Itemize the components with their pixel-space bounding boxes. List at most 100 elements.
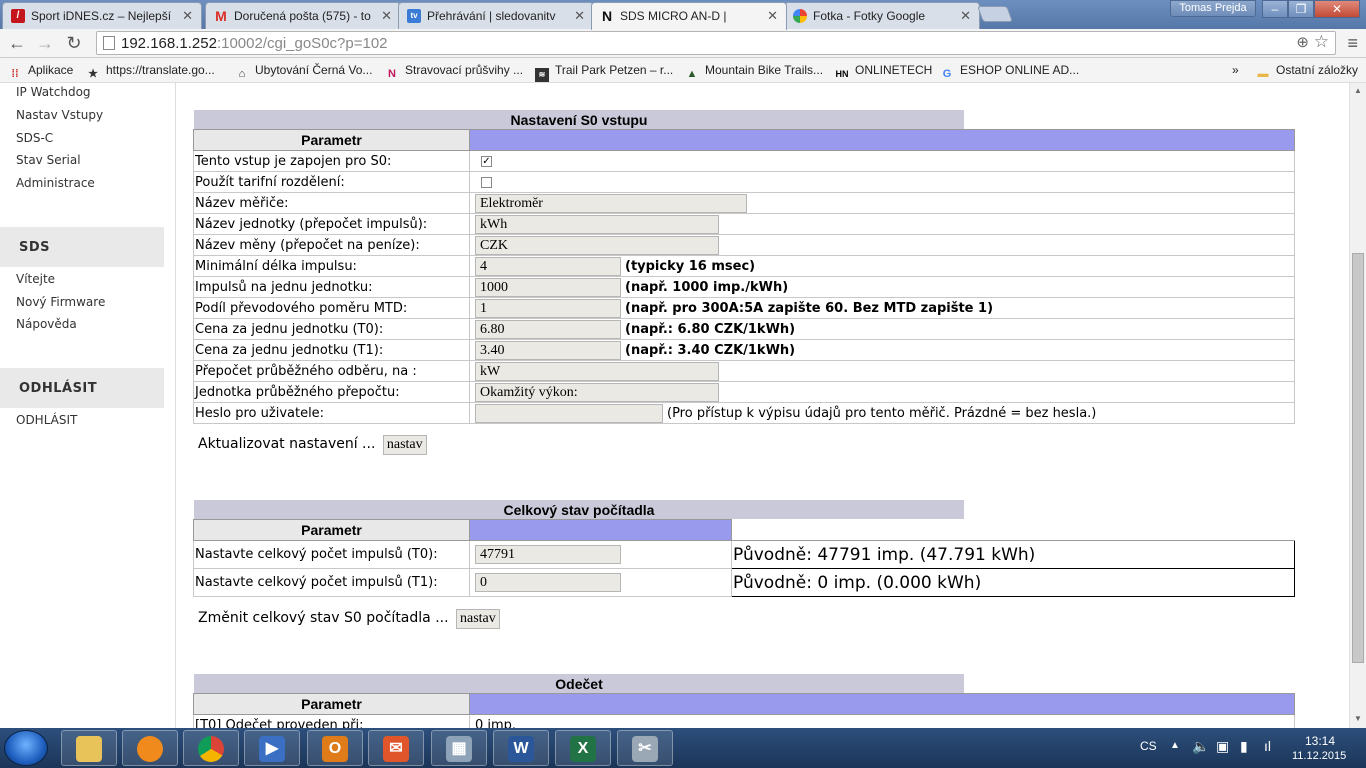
bookmarks-more[interactable]: » [1232,63,1239,77]
sidebar-item-sds-c[interactable]: SDS-C [16,131,53,145]
folder-icon: ▬ [1257,68,1269,80]
taskbar-orange-app[interactable] [122,730,178,766]
language-indicator[interactable]: CS [1140,739,1157,753]
sidebar-item-vitejte[interactable]: Vítejte [16,272,55,286]
price-t0-note: (např.: 6.80 CZK/1kWh) [625,321,796,337]
update-settings-button[interactable]: nastav [382,435,427,455]
taskbar-snipping-tool[interactable]: ✂ [617,730,673,766]
currency-input[interactable]: CZK [475,235,719,255]
taskbar-chrome[interactable] [183,730,239,766]
volume-icon[interactable]: 🔈 [1192,738,1209,755]
sidebar-item-ip-watchdog[interactable]: IP Watchdog [16,85,91,99]
bookmark-apps[interactable]: ⁞⁞ Aplikace [8,63,73,81]
zoom-icon[interactable]: ⊕ [1296,33,1309,51]
unit-name-input[interactable]: kWh [475,214,719,234]
counter-t0-input[interactable]: 47791 [475,545,621,564]
bookmark-trail-park[interactable]: ≋ Trail Park Petzen – r... [535,63,673,82]
bookmark-star-icon[interactable]: ☆ [1314,32,1329,52]
back-arrow-icon[interactable]: ← [5,32,29,54]
clock-date[interactable]: 11.12.2015 [1292,750,1346,762]
reload-icon[interactable]: ↻ [62,32,86,54]
profile-button[interactable]: Tomas Prejda [1170,0,1256,17]
bookmark-eshop[interactable]: G ESHOP ONLINE AD... [940,63,1079,81]
table-row: Tento vstup je zapojen pro S0: ✓ [193,150,1295,172]
close-icon[interactable]: ✕ [960,8,971,24]
scrollbar-thumb[interactable] [1352,253,1364,663]
sidebar-item-odhlasit[interactable]: ODHLÁSIT [16,413,77,427]
row-label: Název jednotky (přepočet impulsů): [193,213,470,235]
address-bar[interactable]: 192.168.1.252:10002/cgi_goS0c?p=102 ⊕ ☆ [96,31,1336,55]
other-bookmarks[interactable]: ▬ Ostatní záložky [1256,63,1359,81]
counter-table: Parametr Nastavte celkový počet impulsů … [193,519,1295,597]
window-close-button[interactable]: ✕ [1314,0,1360,18]
table-row: Minimální délka impulsu: 4 (typicky 16 ms… [193,255,1295,277]
scroll-up-icon[interactable]: ▲ [1354,86,1362,95]
table-row: Heslo pro uživatele: (Pro přístup k výpi… [193,402,1295,424]
taskbar-media-player[interactable]: ▶ [244,730,300,766]
minimize-button[interactable]: – [1262,0,1288,18]
header-bar [469,129,1295,151]
menu-icon[interactable]: ≡ [1347,33,1358,54]
network-icon[interactable]: ▣ [1216,738,1229,755]
sidebar-item-nastav-vstupy[interactable]: Nastav Vstupy [16,108,103,122]
sidebar-item-novy-firmware[interactable]: Nový Firmware [16,295,105,309]
new-tab-button[interactable] [977,6,1013,22]
sidebar-item-administrace[interactable]: Administrace [16,176,95,190]
close-icon[interactable]: ✕ [182,8,193,24]
table-row: Nastavte celkový počet impulsů (T0): 477… [193,540,1295,569]
bookmark-mtb-trails[interactable]: ▲ Mountain Bike Trails... [685,63,824,81]
s0-settings-title: Nastavení S0 vstupu [194,110,964,129]
table-row: Impulsů na jednu jednotku: 1000 (např. 10… [193,276,1295,298]
mountain-icon: ▲ [686,68,698,80]
taskbar-word[interactable]: W [493,730,549,766]
tab-google-photos[interactable]: Fotka - Fotky Google ✕ [784,2,980,29]
tariff-checkbox[interactable] [481,176,492,188]
start-button[interactable] [4,730,48,766]
bookmark-onlinetech[interactable]: HN ONLINETECH [835,63,933,81]
signal-icon[interactable]: ıl [1264,738,1271,754]
trail-icon: ≋ [535,68,549,82]
conversion-unit-input[interactable]: kW [475,361,719,381]
bookmark-stravovaci[interactable]: N Stravovací průšvihy ... [385,63,523,81]
forward-arrow-icon[interactable]: → [33,32,57,54]
conversion-type-input[interactable]: Okamžitý výkon: [475,382,719,402]
sidebar-item-stav-serial[interactable]: Stav Serial [16,153,81,167]
tray-arrow-icon[interactable]: ▲ [1170,740,1180,751]
tab-sds-micro[interactable]: N SDS MICRO AN-D | ✕ [591,2,787,30]
power-icon[interactable]: ▮ [1240,738,1248,755]
tab-idnes[interactable]: / Sport iDNES.cz – Nejlepší ✕ [2,2,202,29]
counter-t1-input[interactable]: 0 [475,573,621,592]
chrome-icon [198,736,224,762]
clock-time[interactable]: 13:14 [1305,734,1335,748]
scroll-down-icon[interactable]: ▼ [1354,714,1362,723]
price-t0-input[interactable]: 6.80 [475,319,621,339]
taskbar-calculator[interactable]: ▦ [431,730,487,766]
tab-gmail[interactable]: M Doručená pošta (575) - to ✕ [205,2,401,29]
browser-toolbar: ← → ↻ 192.168.1.252:10002/cgi_goS0c?p=10… [0,29,1366,58]
taskbar-mail[interactable]: ✉ [368,730,424,766]
mtd-input[interactable]: 1 [475,298,621,318]
taskbar-excel[interactable]: X [555,730,611,766]
tab-sledovanitv[interactable]: tv Přehrávání | sledovanitv ✕ [398,2,594,29]
price-t1-input[interactable]: 3.40 [475,340,621,360]
pulses-input[interactable]: 1000 [475,277,621,297]
password-input[interactable] [475,403,663,423]
table-row: Přepočet průběžného odběru, na : kW [193,360,1295,382]
change-counter-button[interactable]: nastav [456,609,500,629]
bookmarks-bar: ⁞⁞ Aplikace ★ https://translate.go... ⌂ Uby… [0,58,1366,83]
close-icon[interactable]: ✕ [767,8,778,24]
s0-connected-checkbox[interactable]: ✓ [481,155,492,167]
sidebar-item-napoveda[interactable]: Nápověda [16,317,77,331]
taskbar-outlook[interactable]: O [307,730,363,766]
min-pulse-input[interactable]: 4 [475,256,621,276]
meter-name-input[interactable]: Elektroměr [475,193,747,213]
close-icon[interactable]: ✕ [381,8,392,24]
maximize-button[interactable]: ❐ [1288,0,1314,18]
tab-title: Doručená pošta (575) - to [234,9,371,23]
bookmark-ubytovani[interactable]: ⌂ Ubytování Černá Vo... [235,63,373,81]
close-icon[interactable]: ✕ [574,8,585,24]
url-text[interactable]: 192.168.1.252:10002/cgi_goS0c?p=102 [121,35,388,52]
bookmark-translate[interactable]: ★ https://translate.go... [86,63,215,81]
page-scrollbar[interactable]: ▲ ▼ [1349,83,1366,728]
taskbar-explorer[interactable] [61,730,117,766]
